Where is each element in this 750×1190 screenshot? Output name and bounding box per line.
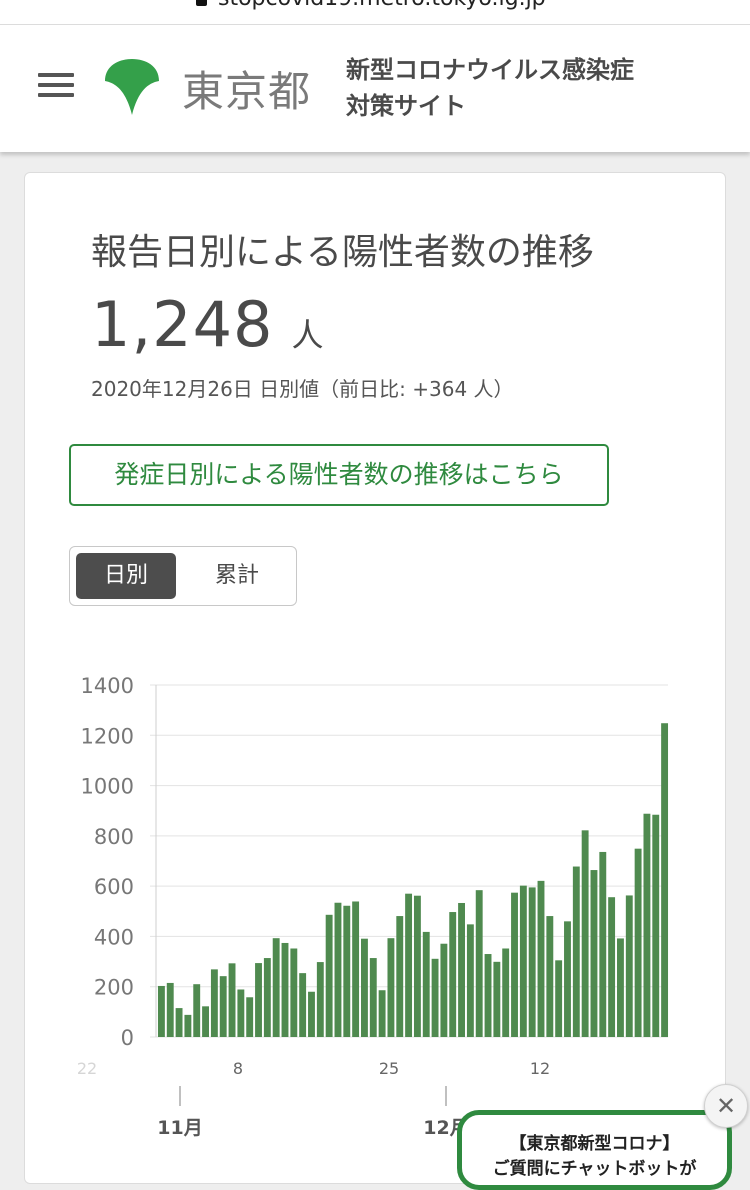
bar — [255, 963, 262, 1037]
bar — [299, 973, 307, 1037]
y-tick-label: 400 — [94, 925, 134, 949]
site-title-line1: 新型コロナウイルス感染症 — [346, 56, 634, 84]
y-tick-label: 1200 — [81, 724, 134, 748]
card-title: 報告日別による陽性者数の推移 — [91, 232, 594, 273]
site-header: 東京都 新型コロナウイルス感染症 対策サイト — [0, 25, 750, 152]
logo-text[interactable]: 東京都 — [182, 58, 311, 119]
bar — [546, 916, 554, 1037]
browser-url-bar[interactable]: stopcovid19.metro.tokyo.lg.jp — [0, 0, 750, 25]
bar — [263, 958, 271, 1037]
bar — [643, 813, 651, 1037]
bar — [617, 938, 624, 1037]
bar — [440, 943, 448, 1037]
bar — [484, 954, 492, 1037]
bar — [378, 990, 386, 1037]
onset-date-link-button[interactable]: 発症日別による陽性者数の推移はこちら — [69, 444, 609, 506]
bar — [272, 938, 280, 1037]
y-tick-label: 800 — [94, 825, 134, 849]
bar — [334, 902, 342, 1037]
bar — [237, 989, 245, 1037]
bar — [413, 895, 421, 1037]
bar — [352, 901, 360, 1037]
bar — [466, 924, 474, 1037]
bar — [634, 848, 642, 1037]
x-tick-label: 8 — [233, 1059, 243, 1078]
bar — [449, 912, 457, 1037]
date-line: 2020年12月26日 日別値（前日比: +364 人） — [91, 377, 514, 401]
close-icon[interactable]: ✕ — [704, 1084, 748, 1128]
bar — [608, 897, 616, 1037]
bar — [537, 880, 545, 1037]
bar — [572, 866, 580, 1037]
bar — [422, 931, 430, 1037]
case-count-value: 1,248 — [91, 288, 274, 361]
x-tick-label: 12 — [530, 1059, 550, 1078]
bar — [528, 887, 536, 1037]
y-tick-label: 1000 — [81, 775, 134, 799]
y-tick-label: 600 — [94, 875, 134, 899]
bar — [511, 892, 518, 1037]
toggle-daily-button[interactable]: 日別 — [76, 553, 176, 599]
bar — [458, 902, 465, 1037]
bar — [210, 969, 218, 1037]
bar — [325, 914, 333, 1037]
bar — [184, 1014, 192, 1037]
daily-positive-chart: 02004006008001000120014008 25 122211月 12月 — [77, 674, 669, 1139]
bar — [493, 961, 501, 1037]
bar — [625, 895, 633, 1037]
toggle-cumulative-button[interactable]: 累計 — [184, 553, 290, 599]
bar — [564, 921, 571, 1037]
x-tick-label: 25 — [379, 1059, 399, 1078]
bar — [343, 905, 351, 1037]
lock-icon — [196, 0, 207, 6]
bar — [281, 942, 289, 1037]
bar — [555, 960, 563, 1037]
bar — [387, 938, 395, 1037]
bar — [290, 948, 298, 1037]
bar — [396, 916, 404, 1037]
chatbot-popup-line1: 【東京都新型コロナ】 — [509, 1134, 680, 1154]
site-title-line2: 対策サイト — [346, 92, 466, 120]
bar — [308, 991, 315, 1037]
bar — [361, 938, 368, 1037]
chatbot-popup[interactable]: 【東京都新型コロナ】 ご質問にチャットボットが — [457, 1110, 732, 1190]
y-tick-label: 200 — [94, 976, 134, 1000]
bar — [316, 962, 324, 1037]
case-count: 1,248 人 — [91, 288, 324, 361]
daily-cumulative-toggle: 日別 累計 — [69, 546, 297, 606]
bar — [157, 985, 165, 1037]
bar — [502, 948, 510, 1037]
bar — [193, 984, 201, 1037]
bar — [369, 958, 377, 1037]
bar — [175, 1008, 183, 1037]
y-tick-label: 0 — [121, 1026, 134, 1050]
y-tick-label: 1400 — [81, 674, 134, 698]
tokyo-ginkgo-logo-icon[interactable] — [102, 57, 162, 117]
bar — [652, 814, 660, 1037]
hamburger-icon[interactable] — [38, 73, 74, 97]
bar — [599, 851, 607, 1037]
bar — [219, 976, 227, 1037]
bar — [431, 958, 439, 1037]
bar — [246, 997, 254, 1037]
x-tick-label-faded: 22 — [77, 1059, 97, 1078]
bar — [405, 893, 413, 1037]
month-label: 11月 — [157, 1117, 202, 1139]
site-title: 新型コロナウイルス感染症 対策サイト — [346, 52, 634, 124]
bar — [590, 870, 598, 1037]
bar — [475, 890, 483, 1037]
bar — [661, 723, 669, 1037]
bar — [519, 885, 527, 1037]
bar — [166, 982, 174, 1037]
bar — [581, 830, 589, 1037]
bar — [202, 1006, 209, 1037]
case-count-unit: 人 — [291, 316, 324, 354]
bar — [228, 963, 236, 1037]
browser-url-text: stopcovid19.metro.tokyo.lg.jp — [218, 0, 546, 11]
